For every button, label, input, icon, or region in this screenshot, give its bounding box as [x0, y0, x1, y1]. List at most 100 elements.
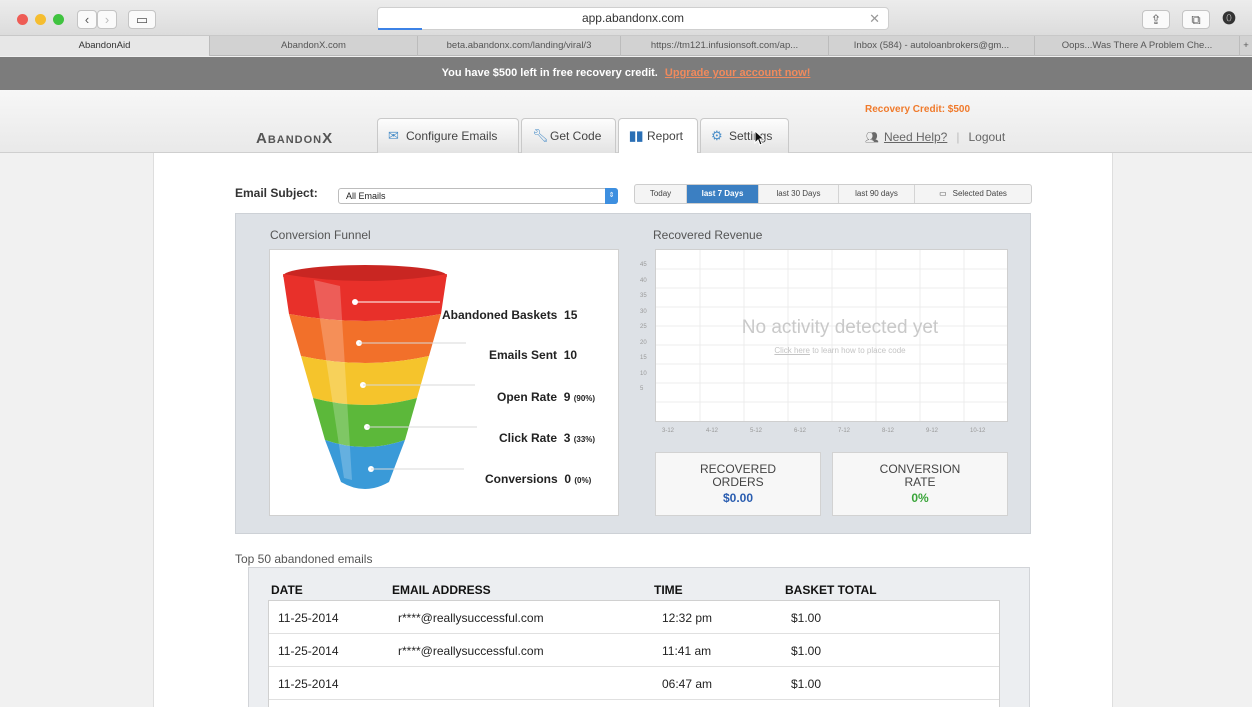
no-activity-hint: Click here to learn how to place code — [655, 346, 1025, 355]
revenue-title: Recovered Revenue — [653, 228, 763, 242]
need-help-link[interactable]: Need Help? — [884, 130, 947, 144]
logo-text: AbandonX — [256, 130, 334, 147]
stat-label: RATE — [904, 475, 936, 489]
column-header-basket-total[interactable]: BASKET TOTAL — [785, 583, 877, 597]
column-header-time[interactable]: TIME — [654, 583, 683, 597]
range-last-30-days[interactable]: last 30 Days — [759, 185, 839, 203]
x-tick-label: 5-12 — [750, 428, 763, 434]
sidebar-toggle-icon[interactable]: ▭ — [128, 10, 156, 29]
funnel-segment — [283, 274, 447, 321]
place-code-link[interactable]: Click here — [774, 346, 810, 355]
column-header-email[interactable]: EMAIL ADDRESS — [392, 583, 491, 597]
recovery-credit: Recovery Credit: $500 — [865, 104, 971, 115]
funnel-stage-label: Click Rate 3 (33%) — [499, 431, 596, 445]
y-tick-label: 30 — [640, 308, 647, 315]
minimize-window-icon[interactable] — [35, 14, 46, 25]
y-tick-label: 5 — [640, 386, 644, 392]
funnel-segment — [289, 314, 441, 363]
range-today[interactable]: Today — [635, 185, 687, 203]
forward-button[interactable]: › — [97, 10, 117, 29]
divider: | — [956, 130, 960, 144]
x-tick-label: 3-12 — [662, 428, 675, 434]
cell-date: 11-25-2014 — [278, 644, 339, 658]
zoom-window-icon[interactable] — [53, 14, 64, 25]
x-tick-label: 9-12 — [926, 428, 939, 434]
url-text: app.abandonx.com — [581, 11, 685, 25]
subject-value: All Emails — [346, 191, 386, 201]
tab-report[interactable]: ▮▮ Report — [618, 118, 698, 154]
tab-get-code[interactable]: 🔧︎Get Code — [521, 118, 616, 153]
cell-date: 11-25-2014 — [278, 611, 339, 625]
browser-titlebar: ‹ › ▭ app.abandonx.com ✕ ⇪ ⧉ ⓿ — [0, 0, 1252, 36]
email-subject-select[interactable]: All Emails ⇕ — [338, 188, 618, 204]
extension-icon[interactable]: ⓿ — [1218, 10, 1240, 29]
cell-email: r****@reallysuccessful.com — [398, 644, 544, 658]
tab-configure-emails[interactable]: ✉ Configure Emails — [377, 118, 519, 153]
cell-basket-total: $1.00 — [791, 611, 822, 625]
x-tick-label: 10-12 — [970, 428, 986, 434]
new-tab-icon[interactable]: + — [1240, 36, 1252, 56]
page-load-progress — [378, 28, 422, 30]
select-arrows-icon: ⇕ — [605, 188, 618, 204]
cell-email: r****@reallysuccessful.com — [398, 611, 544, 625]
credit-banner: You have $500 left in free recovery cred… — [0, 57, 1252, 90]
logout-link[interactable]: Logout — [968, 130, 1005, 144]
column-header-date[interactable]: DATE — [271, 583, 303, 597]
table-title: Top 50 abandoned emails — [235, 552, 373, 566]
range-last-90-days[interactable]: last 90 days — [839, 185, 915, 203]
browser-tab-strip: AbandonAid AbandonX.com beta.abandonx.co… — [0, 36, 1252, 56]
stop-loading-icon[interactable]: ✕ — [869, 8, 880, 29]
table-row[interactable]: 11-25-2014 r****@reallysuccessful.com 11… — [269, 634, 999, 667]
browser-tab[interactable]: AbandonX.com — [210, 36, 418, 56]
app-logo[interactable]: AbandonX — [256, 130, 333, 147]
cell-time: 06:47 am — [662, 677, 713, 691]
browser-tab[interactable]: Oops...Was There A Problem Che... — [1035, 36, 1240, 56]
wrench-icon: 🔧︎ — [532, 128, 549, 143]
tabs-overview-icon[interactable]: ⧉ — [1182, 10, 1210, 29]
no-activity-message: No activity detected yet — [741, 317, 939, 338]
cell-basket-total: $1.00 — [791, 677, 822, 691]
share-icon[interactable]: ⇪ — [1142, 10, 1170, 29]
tab-label: Configure Emails — [406, 129, 498, 143]
address-bar[interactable]: app.abandonx.com ✕ — [377, 7, 889, 30]
envelope-icon: ✉ — [388, 128, 399, 143]
x-tick-label: 8-12 — [882, 428, 895, 434]
funnel-segment — [325, 440, 405, 489]
recovered-orders-value: $0.00 — [722, 491, 754, 505]
back-button[interactable]: ‹ — [77, 10, 97, 29]
date-range-selector: Today last 7 Days last 30 Days last 90 d… — [634, 184, 1032, 204]
app-header: AbandonX ✉ Configure Emails 🔧︎Get Code ▮▮… — [0, 90, 1252, 154]
banner-text: You have $500 left in free recovery cred… — [441, 67, 658, 79]
users-icon: 👥︎ — [865, 132, 879, 144]
browser-tab[interactable]: https://tm121.infusionsoft.com/ap... — [621, 36, 829, 56]
conversion-rate-stat: CONVERSION RATE 0% — [832, 452, 1008, 516]
table-row[interactable]: 11-25-2014 06:47 am $1.00 — [269, 667, 999, 700]
cell-time: 12:32 pm — [662, 611, 713, 625]
bar-chart-icon: ▮▮ — [629, 128, 644, 143]
cell-time: 11:41 am — [662, 644, 712, 658]
tab-settings[interactable]: ⚙ Settings — [700, 118, 789, 153]
upgrade-link[interactable]: Upgrade your account now! — [665, 67, 810, 79]
funnel-segment — [301, 356, 429, 405]
range-label: Selected Dates — [952, 189, 1007, 198]
range-last-7-days[interactable]: last 7 Days — [687, 185, 759, 203]
cell-basket-total: $1.00 — [791, 644, 822, 658]
conversion-rate-value: 0% — [911, 491, 929, 505]
table-row[interactable]: 11-25-2014 r****@reallysuccessful.com 12… — [269, 601, 999, 634]
table-body: 11-25-2014 r****@reallysuccessful.com 12… — [268, 600, 1000, 707]
browser-tab[interactable]: AbandonAid — [0, 36, 210, 56]
browser-tab[interactable]: Inbox (584) - autoloanbrokers@gm... — [829, 36, 1035, 56]
range-selected-dates[interactable]: ▭ Selected Dates — [915, 185, 1031, 203]
x-tick-label: 4-12 — [706, 428, 719, 434]
calendar-icon: ▭ — [939, 189, 947, 198]
y-tick-label: 45 — [640, 262, 647, 268]
cell-date: 11-25-2014 — [278, 677, 339, 691]
browser-tab[interactable]: beta.abandonx.com/landing/viral/3 — [418, 36, 621, 56]
close-window-icon[interactable] — [17, 14, 28, 25]
funnel-stage-label: Emails Sent 10 — [489, 348, 578, 362]
funnel-title: Conversion Funnel — [270, 228, 371, 242]
recovered-orders-stat: RECOVERED ORDERS $0.00 — [655, 452, 821, 516]
funnel-segment — [313, 398, 417, 447]
y-tick-label: 20 — [640, 339, 647, 346]
y-tick-label: 25 — [640, 324, 647, 330]
